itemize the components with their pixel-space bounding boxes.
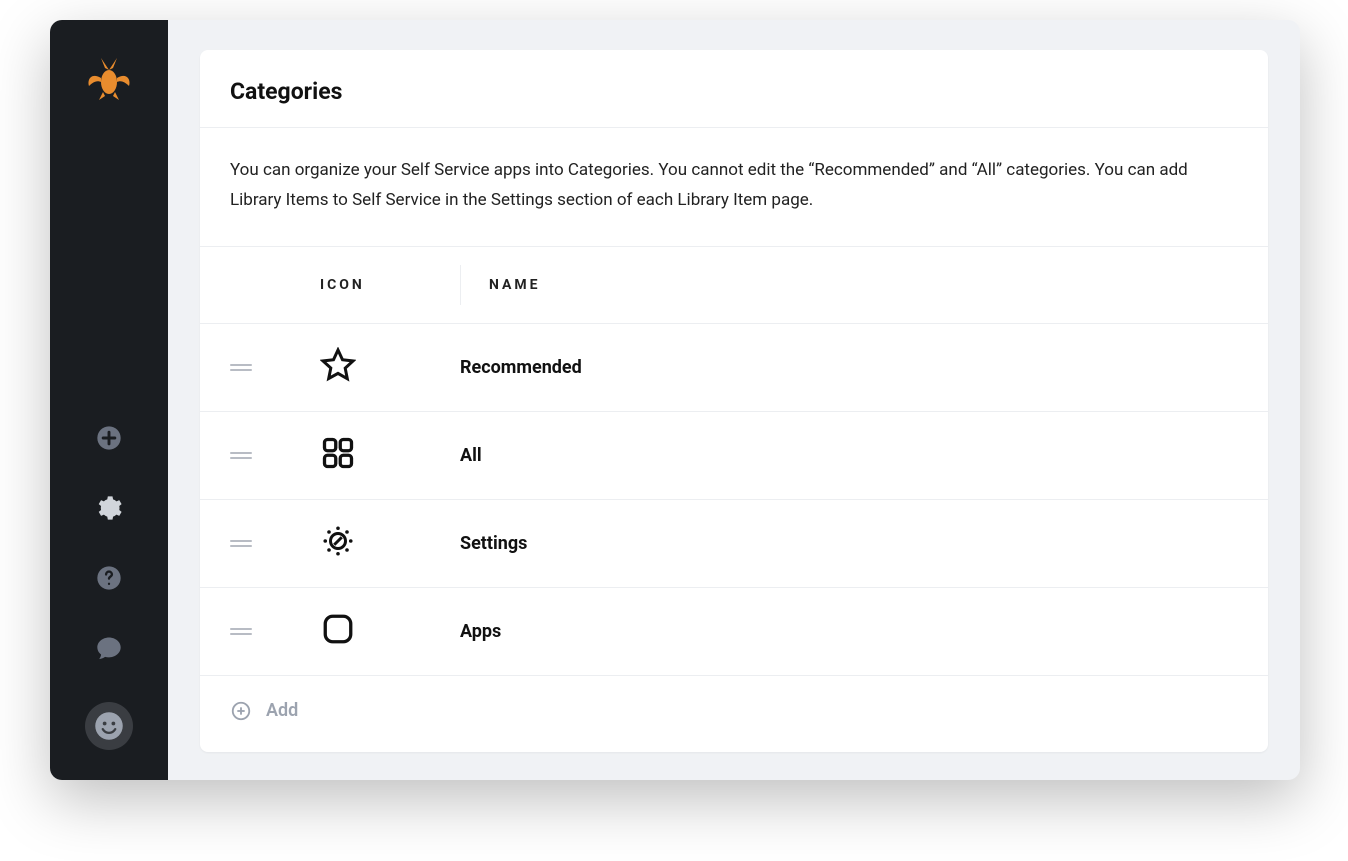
category-name: Settings: [460, 533, 527, 554]
drag-handle-icon[interactable]: [230, 540, 320, 547]
settings-dots-icon: [320, 523, 356, 563]
card-header: Categories: [200, 50, 1268, 127]
category-name: Apps: [460, 621, 501, 642]
header-divider: [460, 265, 461, 305]
category-name: All: [460, 445, 482, 466]
column-header-name: NAME: [489, 277, 1238, 293]
sidebar: [50, 20, 168, 780]
app-window: Categories You can organize your Self Se…: [50, 20, 1300, 780]
grid-icon: [320, 435, 356, 475]
table-row[interactable]: Settings: [200, 500, 1268, 588]
help-icon[interactable]: [93, 562, 125, 594]
table-row[interactable]: All: [200, 412, 1268, 500]
bee-logo[interactable]: [83, 52, 135, 104]
star-icon: [320, 347, 356, 387]
add-label: Add: [266, 700, 298, 721]
gear-icon[interactable]: [93, 492, 125, 524]
plus-circle-icon[interactable]: [93, 422, 125, 454]
drag-handle-icon[interactable]: [230, 628, 320, 635]
rounded-square-icon: [320, 611, 356, 651]
category-name: Recommended: [460, 357, 582, 378]
smiley-avatar[interactable]: [85, 702, 133, 750]
table-row[interactable]: Recommended: [200, 324, 1268, 412]
table-header: ICON NAME: [200, 246, 1268, 324]
categories-card: Categories You can organize your Self Se…: [200, 50, 1268, 752]
table-row[interactable]: Apps: [200, 588, 1268, 676]
page-title: Categories: [230, 78, 1238, 105]
plus-circle-outline-icon: [230, 700, 252, 722]
main-content: Categories You can organize your Self Se…: [168, 20, 1300, 780]
drag-handle-icon[interactable]: [230, 452, 320, 459]
chat-icon[interactable]: [93, 632, 125, 664]
add-category-button[interactable]: Add: [200, 676, 1268, 752]
column-header-icon: ICON: [320, 277, 460, 293]
page-description: You can organize your Self Service apps …: [200, 127, 1268, 246]
drag-handle-icon[interactable]: [230, 364, 320, 371]
sidebar-bottom-nav: [85, 422, 133, 750]
